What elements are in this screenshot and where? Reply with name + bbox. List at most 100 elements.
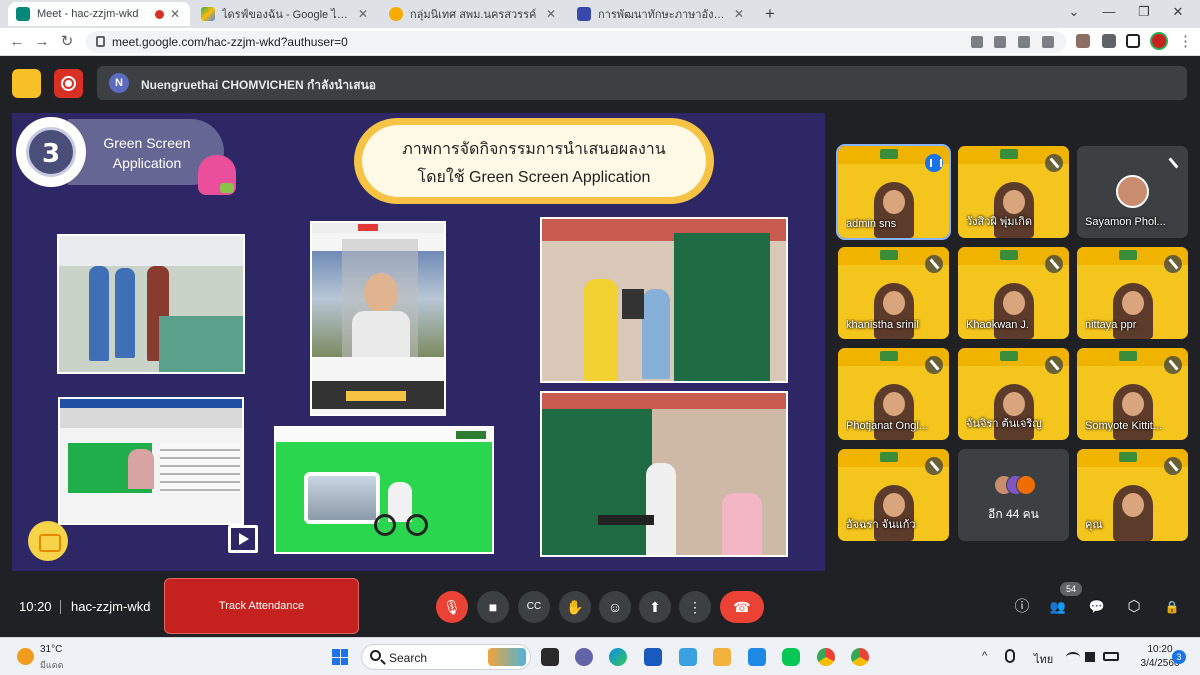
participant-tile[interactable]: จันจิรา ต้นเจริญ <box>958 348 1069 440</box>
participant-name: admin sns <box>846 218 897 230</box>
tab-english[interactable]: การพัฒนาทักษะภาษาอังกฤษ English ✕ <box>569 2 754 26</box>
camera-button[interactable]: ■ <box>477 591 509 623</box>
address-bar[interactable]: meet.google.com/hac-zzjm-wkd?authuser=0 <box>86 31 1066 53</box>
lock-icon[interactable] <box>96 36 105 47</box>
chat-icon[interactable]: 💬 <box>1088 598 1106 616</box>
close-tab-icon[interactable]: ✕ <box>732 7 746 21</box>
l-app-icon[interactable] <box>679 648 697 666</box>
volume-icon[interactable] <box>1085 652 1095 662</box>
section-number: 3 <box>41 139 61 169</box>
track-attendance-button[interactable]: Track Attendance <box>164 578 359 634</box>
translate-icon[interactable] <box>994 36 1006 48</box>
participant-tile[interactable]: อัจฉรา จันแก้ว <box>838 449 949 541</box>
notification-badge[interactable]: 3 <box>1172 650 1186 664</box>
leave-call-button[interactable]: ☎ <box>720 591 764 623</box>
tray-overflow-icon[interactable]: ^ <box>982 650 987 662</box>
extension-icon[interactable] <box>1076 34 1090 48</box>
mic-off-icon: 🎙 <box>443 599 461 615</box>
tab-search-button[interactable]: ⌄ <box>1064 4 1084 20</box>
participant-tile[interactable]: Khaokwan J. <box>958 247 1069 339</box>
captions-button[interactable]: CC <box>518 591 550 623</box>
camera-in-use-icon[interactable] <box>971 36 983 48</box>
green-screen-photo-1 <box>540 217 788 383</box>
reload-button[interactable]: ↻ <box>58 33 76 51</box>
bookmark-star-icon[interactable] <box>1042 36 1054 48</box>
participant-tile[interactable]: คุณ <box>1077 449 1188 541</box>
recording-dot-icon <box>155 9 164 19</box>
close-tab-icon[interactable]: ✕ <box>356 7 370 21</box>
close-tab-icon[interactable]: ✕ <box>168 7 182 21</box>
tab-drive[interactable]: ไดรฟ์ของฉัน - Google ไดรฟ์ ✕ <box>193 2 378 26</box>
tab-title: Meet - hac-zzjm-wkd <box>37 8 139 20</box>
microphone-icon[interactable] <box>1005 649 1015 663</box>
extensions-puzzle-icon[interactable] <box>1102 34 1116 48</box>
forward-button[interactable]: → <box>33 33 51 51</box>
input-language[interactable]: ไทย <box>1034 650 1053 668</box>
mic-muted-icon <box>1045 255 1063 273</box>
participant-tile[interactable]: khanistha srinil <box>838 247 949 339</box>
profile-avatar[interactable] <box>1150 32 1168 50</box>
close-tab-icon[interactable]: ✕ <box>544 7 558 21</box>
app-screenshot-photo <box>310 221 446 416</box>
meeting-info-icon[interactable]: ⓘ <box>1013 598 1031 616</box>
back-button[interactable]: ← <box>8 33 26 51</box>
more-options-button[interactable]: ⋮ <box>679 591 711 623</box>
reactions-button[interactable]: ☺ <box>599 591 631 623</box>
hand-icon: ✋ <box>566 599 584 615</box>
battery-icon[interactable] <box>1103 652 1119 661</box>
wifi-icon[interactable] <box>1066 652 1080 662</box>
present-icon: ⬆ <box>649 599 661 615</box>
taskbar-search[interactable]: Search <box>361 644 531 670</box>
slide-title-line2: โดยใช้ Green Screen Application <box>417 169 651 186</box>
presenter-label: Nuengruethai CHOMVICHEN กำลังนำเสนอ <box>141 78 377 92</box>
mic-muted-icon <box>1045 154 1063 172</box>
participant-tile[interactable]: อีก 44 คน <box>958 449 1069 541</box>
mic-off-button[interactable]: 🎙 <box>436 591 468 623</box>
mic-muted-icon <box>925 457 943 475</box>
forms-favicon-icon <box>577 7 591 21</box>
new-tab-button[interactable]: + <box>760 4 780 24</box>
windows-start-icon[interactable] <box>332 649 348 665</box>
minimize-button[interactable]: — <box>1099 4 1119 19</box>
tab-meet[interactable]: Meet - hac-zzjm-wkd ✕ <box>8 2 190 26</box>
meeting-code: hac-zzjm-wkd <box>71 599 151 614</box>
chrome-menu-icon[interactable]: ⋮ <box>1178 32 1193 52</box>
stop-presenting-icon[interactable] <box>12 69 41 98</box>
participant-tile[interactable]: Sayamon Phol... <box>1077 146 1188 238</box>
file-explorer-icon[interactable] <box>713 648 731 666</box>
close-window-button[interactable]: ✕ <box>1168 4 1188 20</box>
mic-muted-icon <box>1164 154 1182 172</box>
tab-strip: Meet - hac-zzjm-wkd ✕ ไดรฟ์ของฉัน - Goog… <box>0 0 1200 28</box>
present-screen-button[interactable]: ⬆ <box>639 591 671 623</box>
participant-tile[interactable]: วังสิวผิ พุ่มเกิด <box>958 146 1069 238</box>
people-icon[interactable]: 👥 <box>1049 598 1067 616</box>
participant-name: Photjanat Ongl... <box>846 420 928 432</box>
participant-tile[interactable]: admin sns <box>836 144 951 240</box>
recording-icon[interactable] <box>54 69 83 98</box>
participant-tile[interactable]: nittaya ppr <box>1077 247 1188 339</box>
raise-hand-button[interactable]: ✋ <box>559 591 591 623</box>
participant-tile[interactable]: Somyote Kittit... <box>1077 348 1188 440</box>
participant-count-badge: 54 <box>1060 582 1082 596</box>
sun-weather-icon[interactable] <box>17 648 34 665</box>
slide-title-line1: ภาพการจัดกิจกรรมการนำเสนอผลงาน <box>402 141 666 158</box>
tab-supervision[interactable]: กลุ่มนิเทศ สพม.นครสวรรค์ ✕ <box>381 2 566 26</box>
maximize-button[interactable]: ❐ <box>1134 4 1154 20</box>
chrome-profile-app-icon[interactable] <box>851 648 869 666</box>
word-app-icon[interactable] <box>644 648 662 666</box>
participant-name: คุณ <box>1085 519 1103 531</box>
chat-app-icon[interactable] <box>575 648 593 666</box>
mail-app-icon[interactable] <box>748 648 766 666</box>
participant-name: Khaokwan J. <box>966 319 1029 331</box>
task-view-icon[interactable] <box>541 648 559 666</box>
line-app-icon[interactable] <box>782 648 800 666</box>
chrome-app-icon[interactable] <box>817 648 835 666</box>
share-icon[interactable] <box>1018 36 1030 48</box>
participant-tile[interactable]: Photjanat Ongl... <box>838 348 949 440</box>
host-controls-icon[interactable]: 🔒 <box>1163 598 1181 616</box>
side-panel-icon[interactable] <box>1126 34 1140 48</box>
meeting-time: 10:20 <box>19 599 52 614</box>
search-label: Search <box>389 651 428 665</box>
activities-icon[interactable]: ⬡ <box>1125 598 1143 616</box>
edge-browser-icon[interactable] <box>609 648 627 666</box>
